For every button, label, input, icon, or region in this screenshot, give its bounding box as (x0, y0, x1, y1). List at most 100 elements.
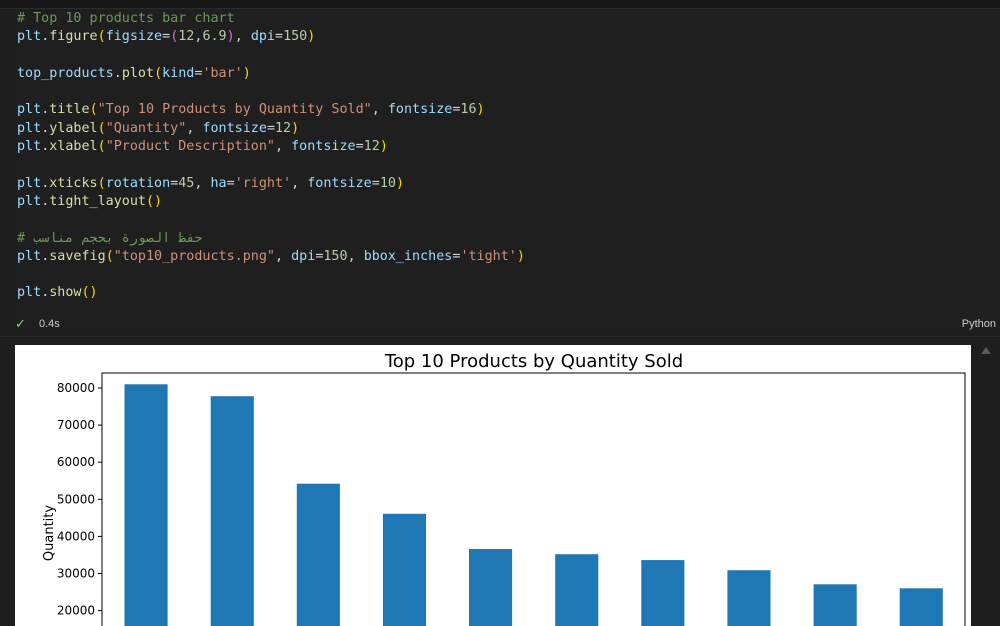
chart-bar (899, 588, 943, 626)
code-line[interactable]: plt.ylabel("Quantity", fontsize=12) (17, 120, 525, 138)
code-token: tight_layout (49, 193, 146, 209)
code-line[interactable]: plt.title("Top 10 Products by Quantity S… (17, 101, 525, 119)
chart-bar (469, 549, 513, 626)
chart-bar (555, 554, 599, 626)
y-tick-label: 20000 (57, 604, 95, 618)
code-token: "Top 10 Products by Quantity Sold" (97, 102, 372, 118)
code-token: 10 (379, 175, 396, 191)
code-token: dpi (291, 248, 316, 264)
code-line[interactable] (17, 83, 525, 101)
code-token: "Product Description" (105, 139, 275, 155)
code-token: plt (17, 102, 42, 118)
code-token: ( (97, 175, 106, 191)
y-tick-label: 50000 (57, 492, 95, 506)
code-token: , (194, 175, 211, 191)
code-token: 6.9 (202, 29, 227, 45)
chart-bar (210, 396, 254, 626)
y-tick-label: 40000 (57, 529, 95, 543)
code-token: plt (17, 139, 42, 155)
code-line[interactable] (17, 156, 525, 174)
code-token: plt (17, 193, 42, 209)
code-line[interactable] (17, 266, 525, 284)
code-line[interactable]: # Top 10 products bar chart (17, 10, 525, 28)
code-token: figsize (105, 29, 163, 45)
code-line[interactable]: plt.figure(figsize=(12,6.9), dpi=150) (17, 28, 525, 46)
chart-bar (296, 483, 340, 626)
code-line[interactable]: plt.xticks(rotation=45, ha='right', font… (17, 175, 525, 193)
code-token: = (355, 139, 364, 155)
cell-status-bar: ✓ 0.4s Python (0, 314, 1000, 336)
code-token: = (371, 175, 380, 191)
code-line[interactable]: plt.savefig("top10_products.png", dpi=15… (17, 248, 525, 266)
code-token: () (146, 193, 163, 209)
code-token: 150 (323, 248, 348, 264)
code-token: savefig (49, 248, 106, 264)
code-line[interactable] (17, 47, 525, 65)
code-line[interactable] (17, 211, 525, 229)
code-token: () (81, 285, 98, 301)
code-token: ) (242, 65, 251, 81)
language-indicator[interactable]: Python (962, 318, 996, 330)
code-token: 45 (178, 175, 195, 191)
code-token: dpi (250, 29, 275, 45)
code-token: , (234, 29, 251, 45)
code-token: , (186, 120, 203, 136)
code-token: ( (97, 139, 106, 155)
scroll-up-arrow[interactable] (981, 347, 991, 354)
code-token: = (162, 29, 171, 45)
code-token: xticks (49, 175, 98, 191)
code-token: 12 (178, 29, 195, 45)
code-token: ( (97, 29, 106, 45)
code-line[interactable]: # حفظ الصورة بحجم مناسب (17, 230, 525, 248)
code-token: 'tight' (460, 248, 517, 264)
code-token: title (49, 102, 90, 118)
code-token: xlabel (49, 139, 98, 155)
code-token: , (347, 248, 364, 264)
y-tick-label: 60000 (57, 455, 95, 469)
plot-output: Top 10 Products by Quantity Sold Quantit… (15, 345, 971, 626)
code-token: = (226, 175, 235, 191)
execution-time: 0.4s (39, 318, 60, 330)
code-token: , (275, 139, 292, 155)
y-tick-label: 30000 (57, 567, 95, 581)
code-line[interactable]: plt.tight_layout() (17, 193, 525, 211)
code-token: bbox_inches (363, 248, 453, 264)
code-token: show (49, 285, 82, 301)
code-line[interactable]: plt.show() (17, 284, 525, 302)
code-token: = (266, 120, 275, 136)
code-token: figure (49, 29, 98, 45)
chart-bar (813, 584, 857, 626)
y-tick-label: 70000 (57, 418, 95, 432)
bar-chart: Top 10 Products by Quantity Sold Quantit… (42, 351, 966, 626)
code-token: , (275, 248, 292, 264)
code-line[interactable]: plt.xlabel("Product Description", fontsi… (17, 138, 525, 156)
code-token: , (291, 175, 308, 191)
code-token: ( (154, 65, 163, 81)
chart-bar (727, 570, 771, 626)
code-token: ) (516, 248, 525, 264)
code-token: , (371, 102, 388, 118)
code-token: ( (89, 102, 98, 118)
code-token: plt (17, 120, 42, 136)
chart-title: Top 10 Products by Quantity Sold (384, 351, 683, 372)
code-token: 12 (275, 120, 292, 136)
chart-bar (382, 513, 426, 626)
code-token: # Top 10 products bar chart (17, 11, 235, 26)
code-token: top_products (17, 65, 114, 81)
code-editor[interactable]: # Top 10 products bar chart plt.figure(fi… (17, 10, 525, 303)
code-token: 12 (363, 139, 380, 155)
code-token: 16 (460, 102, 477, 118)
code-token: 'bar' (202, 65, 243, 81)
code-line[interactable]: top_products.plot(kind='bar') (17, 65, 525, 83)
code-token: fontsize (387, 102, 453, 118)
code-token: ) (395, 175, 404, 191)
code-token: ) (379, 139, 388, 155)
chart-bar (124, 384, 168, 626)
code-token: rotation (105, 175, 171, 191)
code-token: "top10_products.png" (113, 248, 275, 264)
code-token: kind (162, 65, 195, 81)
code-token: ) (226, 29, 235, 45)
y-tick-label: 80000 (57, 381, 95, 395)
code-token: plot (121, 65, 155, 81)
code-token: plt (17, 29, 42, 45)
